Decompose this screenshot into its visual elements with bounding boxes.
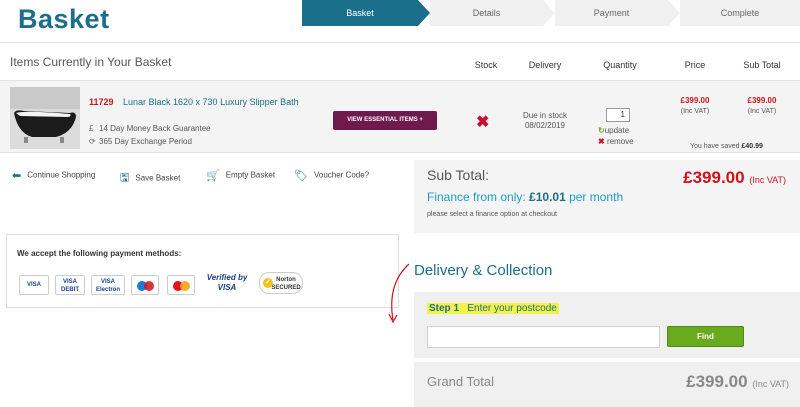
saved-amount: £40.99 <box>741 143 763 150</box>
subtotal-amount: £399.00 (Inc VAT) <box>683 168 786 188</box>
product-image[interactable] <box>10 87 80 149</box>
postcode-panel: Step 1 Enter your postcode Find <box>414 292 800 358</box>
item-subtotal: £399.00 <box>747 96 777 105</box>
finance-note: please select a finance option at checko… <box>427 211 557 218</box>
step-details: Details <box>430 0 555 26</box>
step-payment-label: Payment <box>593 8 630 18</box>
step-basket-label: Basket <box>346 8 374 18</box>
subtotal-panel: Sub Total: £399.00 (Inc VAT) Finance fro… <box>414 160 800 233</box>
grand-total-vat: (Inc VAT) <box>752 379 789 389</box>
finance-offer: Finance from only: £10.01 per month <box>427 190 623 204</box>
col-delivery: Delivery <box>528 60 562 70</box>
step-number: Step 1 <box>429 303 460 314</box>
product-name[interactable]: Lunar Black 1620 x 730 Luxury Slipper Ba… <box>123 97 299 107</box>
view-essential-items-button[interactable]: VIEW ESSENTIAL ITEMS + <box>333 111 437 130</box>
finance-suffix: per month <box>565 190 624 204</box>
delivery-date: 08/02/2019 <box>524 121 566 130</box>
visa-label: VISA <box>26 282 41 288</box>
empty-basket-label[interactable]: Empty Basket <box>226 171 275 180</box>
maestro-card-icon <box>131 275 159 295</box>
visa-electron-label: VISA Electron <box>95 279 120 293</box>
grand-total-amount: £399.00 (Inc VAT) <box>686 372 789 392</box>
out-of-stock-icon: ✖ <box>476 114 490 131</box>
voucher-code-label[interactable]: Voucher Code? <box>314 171 369 180</box>
tag-icon: 🏷 <box>294 170 308 182</box>
basket-item-row: 11729 Lunar Black 1620 x 730 Luxury Slip… <box>0 80 800 153</box>
quantity-input[interactable]: 1 <box>606 108 630 122</box>
page-title: Basket <box>18 4 110 34</box>
step-complete-label: Complete <box>720 8 760 18</box>
curved-arrow-icon <box>388 263 410 324</box>
payment-methods-box: We accept the following payment methods:… <box>6 234 399 308</box>
subtotal-vat: (Inc VAT) <box>749 175 786 185</box>
col-price: Price <box>684 60 706 70</box>
visa-electron-card-icon: VISA Electron <box>91 275 125 295</box>
delivery-line1: Due in stock <box>522 111 568 120</box>
pound-icon: £ <box>89 124 94 133</box>
norton-secured-icon: ✓ Norton SECURED <box>259 272 303 294</box>
remove-link[interactable]: ✖ remove <box>598 137 634 146</box>
update-label[interactable]: update <box>605 126 629 135</box>
feature-exchange-text: 365 Day Exchange Period <box>99 137 192 146</box>
visa-debit-label: VISA DEBIT <box>61 279 79 293</box>
exchange-icon: ⟳ <box>89 137 96 146</box>
verified-by-visa-icon: Verified by VISA <box>203 273 251 293</box>
grand-total-label: Grand Total <box>427 374 494 389</box>
payment-methods-title: We accept the following payment methods: <box>17 249 182 258</box>
delivery-collection-heading: Delivery & Collection <box>414 262 553 279</box>
remove-label[interactable]: remove <box>607 137 634 146</box>
product-name-link[interactable]: Lunar Black 1620 x 730 Luxury Slipper Ba… <box>89 96 299 108</box>
col-stock: Stock <box>474 60 498 70</box>
visa-card-icon: VISA <box>19 275 49 295</box>
feature-guarantee-text: 14 Day Money Back Guarantee <box>99 124 211 133</box>
step-details-label: Details <box>472 8 501 18</box>
col-subtotal: Sub Total <box>743 60 781 70</box>
feature-exchange: ⟳ 365 Day Exchange Period <box>89 137 192 146</box>
feature-guarantee: £14 Day Money Back Guarantee <box>89 124 211 133</box>
subtotal-value: £399.00 <box>683 168 745 187</box>
subtotal-label: Sub Total: <box>427 167 490 183</box>
step-payment: Payment <box>555 0 680 26</box>
save-basket-link[interactable]: 🖫 Save Basket <box>120 169 180 188</box>
header-divider <box>0 42 800 43</box>
col-quantity: Quantity <box>603 60 637 70</box>
arrow-left-icon: ⬅ <box>12 170 22 182</box>
cart-icon: 🛒 <box>206 170 220 182</box>
step-basket: Basket <box>302 0 430 26</box>
grand-total-value: £399.00 <box>686 372 748 391</box>
step-arrow <box>418 0 430 26</box>
saved-label: You have saved <box>690 143 740 150</box>
continue-shopping-link[interactable]: ⬅ Continue Shopping <box>12 169 95 182</box>
verified-by-visa-label: Verified by VISA <box>206 273 248 292</box>
save-icon: 🖫 <box>120 172 130 184</box>
save-basket-label[interactable]: Save Basket <box>135 174 180 183</box>
checkout-steps: Basket Details Payment Complete <box>302 0 800 26</box>
item-price-vat: (Inc VAT) <box>680 108 710 115</box>
norton-label: Norton SECURED <box>271 277 301 291</box>
savings-text: You have saved £40.99 <box>690 143 763 150</box>
item-price: £399.00 <box>680 96 710 105</box>
postcode-input[interactable] <box>427 326 660 348</box>
continue-shopping-label[interactable]: Continue Shopping <box>27 171 95 180</box>
grand-total-panel: Grand Total £399.00 (Inc VAT) <box>414 362 800 407</box>
items-heading: Items Currently in Your Basket <box>10 55 172 69</box>
mastercard-card-icon <box>167 275 195 295</box>
step-arrow <box>668 0 680 26</box>
refresh-icon: ↻ <box>598 126 605 135</box>
finance-prefix: Finance from only: <box>427 190 530 204</box>
voucher-code-link[interactable]: 🏷 Voucher Code? <box>294 169 369 182</box>
step-complete: Complete <box>680 0 800 26</box>
slipper-bath-icon <box>10 87 80 149</box>
step-text: Enter your postcode <box>467 303 557 314</box>
empty-basket-link[interactable]: 🛒 Empty Basket <box>206 169 275 182</box>
remove-icon: ✖ <box>598 137 607 146</box>
visa-debit-card-icon: VISA DEBIT <box>55 275 85 295</box>
update-link[interactable]: ↻update <box>598 126 629 135</box>
item-subtotal-vat: (Inc VAT) <box>747 108 777 115</box>
finance-amount: £10.01 <box>529 190 566 204</box>
find-button[interactable]: Find <box>667 326 744 347</box>
step-arrow <box>543 0 555 26</box>
delivery-status: Due in stock 08/02/2019 <box>515 111 575 131</box>
step-one-label: Step 1 Enter your postcode <box>427 303 559 314</box>
